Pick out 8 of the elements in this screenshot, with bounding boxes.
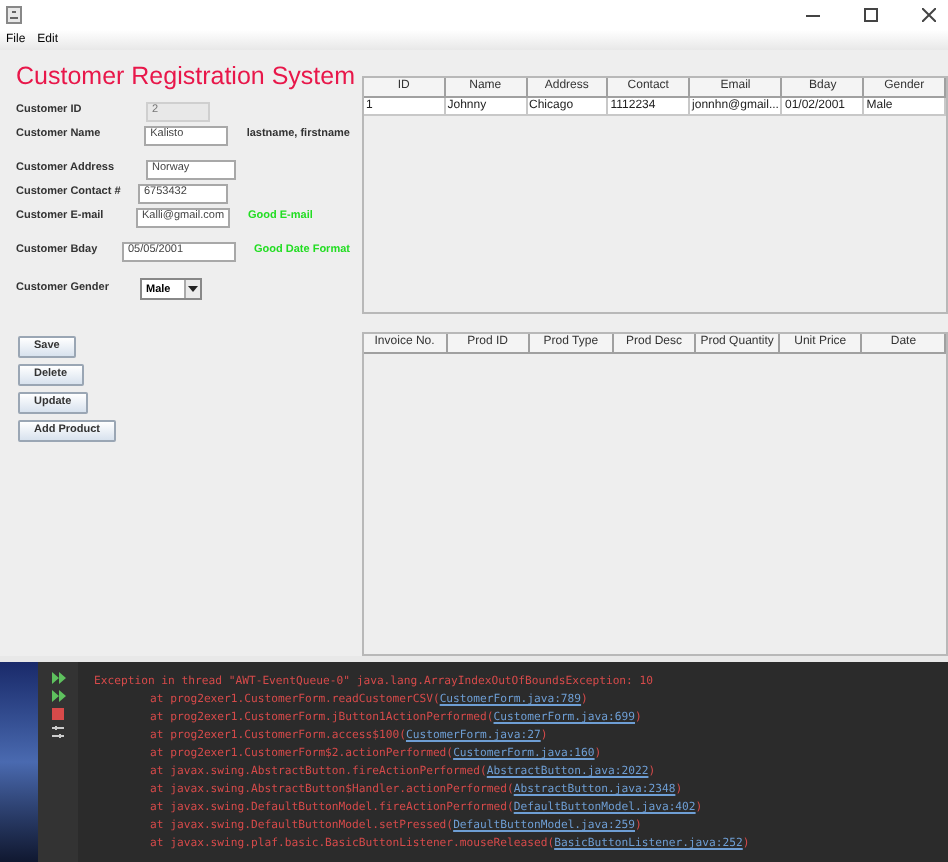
caret-icon xyxy=(188,286,198,292)
rerun-icon[interactable] xyxy=(51,690,65,702)
maximize-icon[interactable] xyxy=(864,8,878,22)
app-icon xyxy=(6,6,22,24)
settings-icon[interactable] xyxy=(52,726,64,738)
form-title: Customer Registration System xyxy=(16,62,350,90)
close-icon[interactable] xyxy=(922,8,936,22)
rerun-icon[interactable] xyxy=(51,672,65,684)
